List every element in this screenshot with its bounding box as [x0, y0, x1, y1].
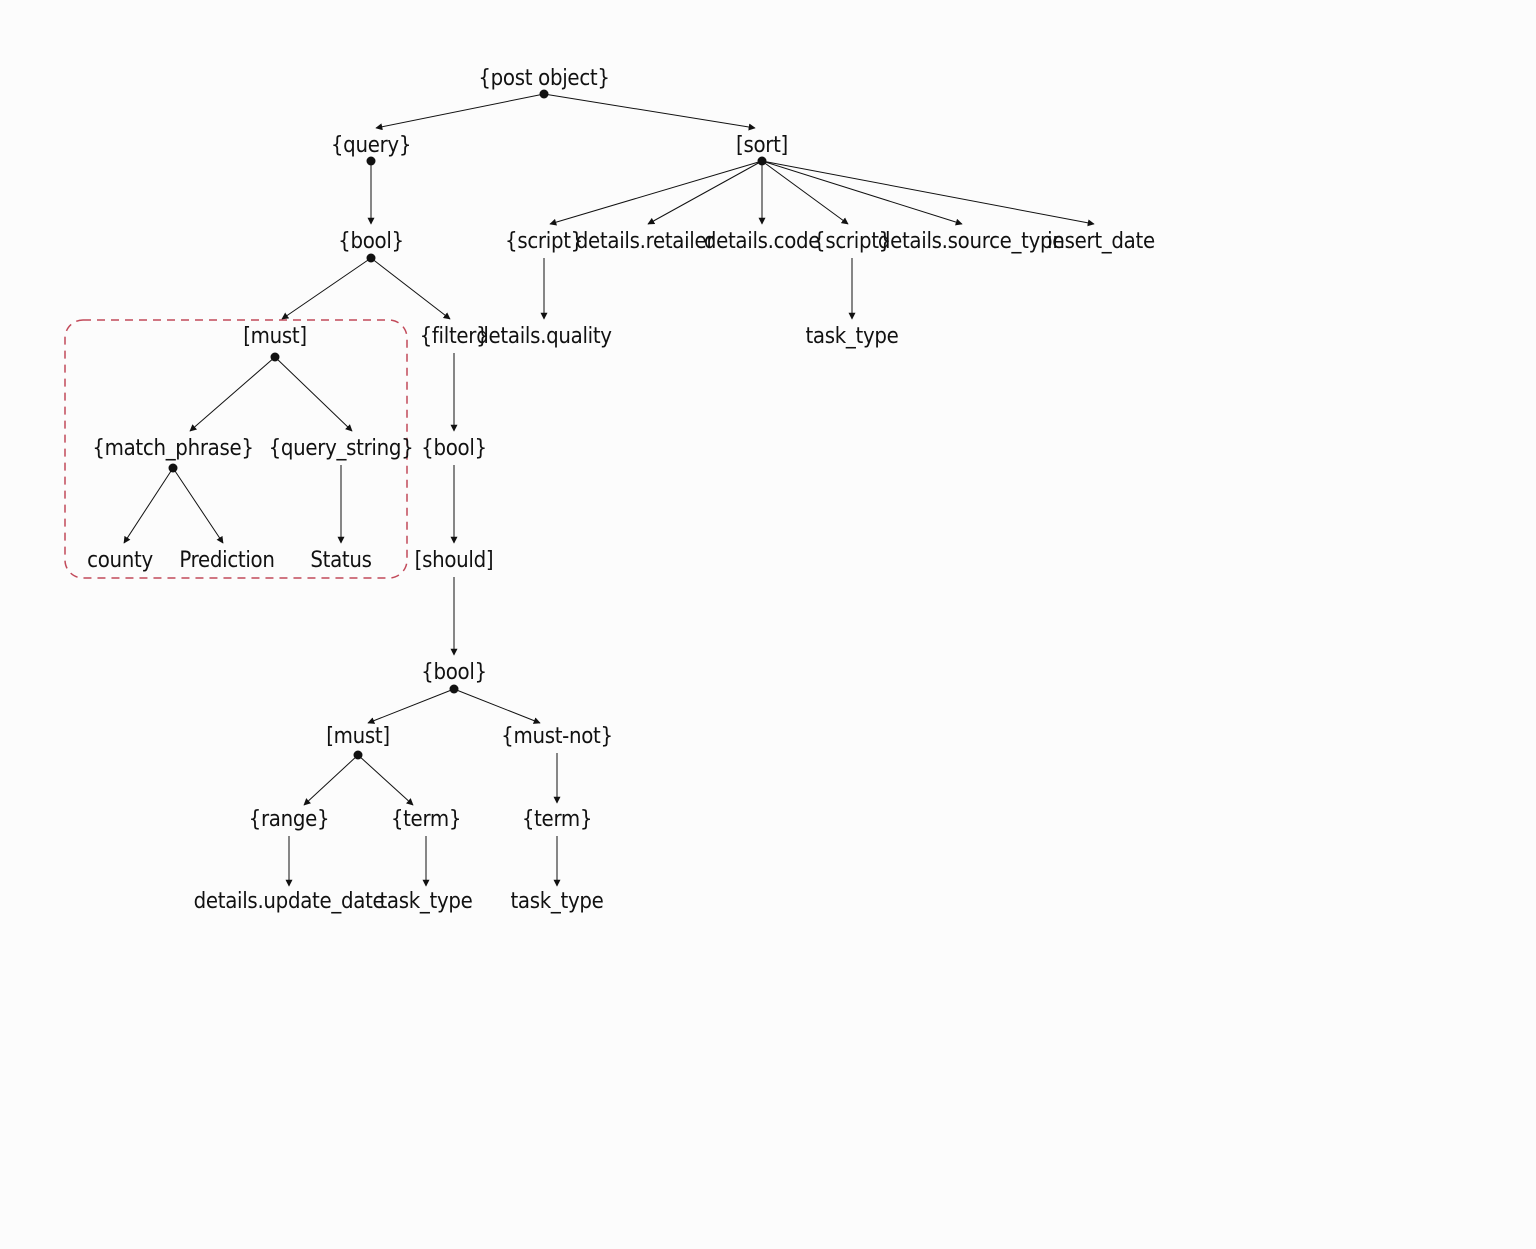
node-post-object: {post object}: [478, 66, 609, 99]
edge: [124, 468, 173, 543]
node-term-1: {term}: [391, 807, 461, 832]
node-county: county: [87, 548, 153, 573]
svg-text:{bool}: {bool}: [338, 229, 404, 254]
svg-text:Prediction: Prediction: [179, 548, 274, 573]
node-task-type-c: task_type: [805, 324, 898, 349]
svg-text:[must]: [must]: [326, 724, 390, 749]
edge: [550, 161, 762, 224]
node-script-1: {script}: [505, 229, 583, 254]
node-bool-1: {bool}: [338, 229, 404, 263]
svg-text:{script}: {script}: [505, 229, 583, 254]
svg-text:details.update_date: details.update_date: [194, 889, 385, 914]
node-bool-3: {bool}: [421, 660, 487, 694]
svg-text:{query}: {query}: [331, 133, 411, 158]
node-bool-2: {bool}: [421, 436, 487, 461]
edge: [648, 161, 762, 224]
node-update-date: details.update_date: [194, 889, 385, 914]
edge: [454, 689, 540, 723]
svg-text:[should]: [should]: [415, 548, 494, 573]
node-task-type-a: task_type: [379, 889, 472, 914]
svg-text:{range}: {range}: [249, 807, 330, 832]
tree-diagram: {post object} {query} [sort] {bool} [mus…: [0, 0, 1536, 1249]
node-source-type: details.source_type: [878, 229, 1064, 254]
edge: [190, 357, 275, 431]
svg-text:details.retailer: details.retailer: [576, 229, 716, 254]
node-prediction: Prediction: [179, 548, 274, 573]
edge: [371, 258, 450, 319]
edge: [762, 161, 962, 224]
svg-text:task_type: task_type: [510, 889, 603, 914]
node-query-string: {query_string}: [269, 436, 414, 461]
node-code: details.code: [704, 229, 820, 254]
svg-text:details.code: details.code: [704, 229, 820, 254]
node-status: Status: [310, 548, 371, 573]
node-match-phrase: {match_phrase}: [92, 436, 253, 473]
svg-text:{term}: {term}: [522, 807, 592, 832]
node-insert-date: insert_date: [1047, 229, 1155, 254]
svg-text:details.quality: details.quality: [476, 324, 612, 349]
node-must-1: [must]: [243, 324, 307, 362]
svg-text:Status: Status: [310, 548, 371, 573]
node-quality: details.quality: [476, 324, 612, 349]
svg-text:{query_string}: {query_string}: [269, 436, 414, 461]
edge: [282, 258, 371, 319]
svg-text:{match_phrase}: {match_phrase}: [92, 436, 253, 461]
svg-text:{term}: {term}: [391, 807, 461, 832]
node-sort: [sort]: [736, 133, 788, 166]
edge: [762, 161, 848, 224]
node-should: [should]: [415, 548, 494, 573]
edge: [275, 357, 352, 431]
svg-text:[sort]: [sort]: [736, 133, 788, 158]
svg-text:county: county: [87, 548, 153, 573]
node-must-not: {must-not}: [501, 724, 613, 749]
edge: [358, 755, 413, 805]
edge: [368, 689, 454, 723]
node-term-2: {term}: [522, 807, 592, 832]
node-range: {range}: [249, 807, 330, 832]
node-task-type-b: task_type: [510, 889, 603, 914]
edge: [376, 94, 544, 128]
svg-text:{bool}: {bool}: [421, 436, 487, 461]
node-must-2: [must]: [326, 724, 390, 760]
svg-text:task_type: task_type: [805, 324, 898, 349]
svg-text:[must]: [must]: [243, 324, 307, 349]
node-retailer: details.retailer: [576, 229, 716, 254]
svg-text:insert_date: insert_date: [1047, 229, 1155, 254]
svg-text:details.source_type: details.source_type: [878, 229, 1064, 254]
svg-text:{bool}: {bool}: [421, 660, 487, 685]
node-query: {query}: [331, 133, 411, 166]
edge: [544, 94, 755, 128]
edge: [762, 161, 1094, 224]
svg-text:{must-not}: {must-not}: [501, 724, 613, 749]
edge: [173, 468, 223, 543]
svg-text:task_type: task_type: [379, 889, 472, 914]
svg-text:{post object}: {post object}: [478, 66, 609, 91]
edge: [304, 755, 358, 805]
